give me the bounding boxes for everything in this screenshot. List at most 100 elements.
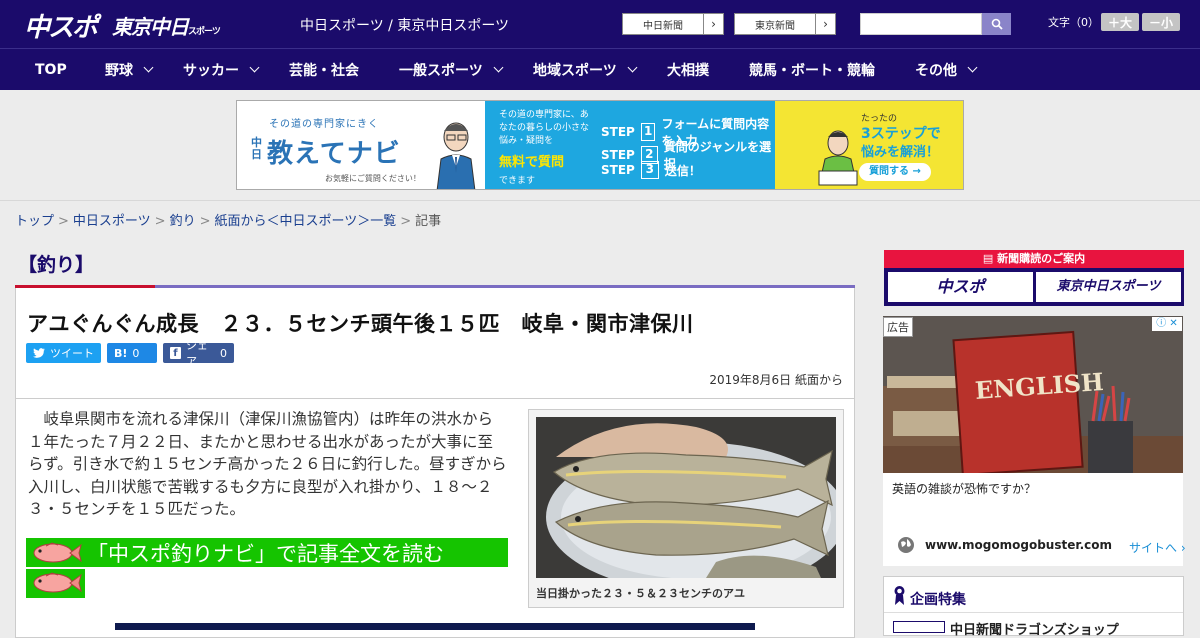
chuspo-logo[interactable]: 中スポ <box>24 7 98 44</box>
banner-brand: 教えてナビ <box>267 139 401 169</box>
banner-free: 無料で質問 <box>499 155 565 170</box>
chevron-right-icon: › <box>703 14 723 34</box>
chevron-down-icon <box>493 62 504 73</box>
tokyo-shimbun-link[interactable]: 東京新聞 › <box>734 13 836 35</box>
divider <box>0 200 1200 201</box>
banner-three-step: 3ステップで <box>861 126 941 142</box>
nav-item-soccer[interactable]: サッカー <box>183 49 260 90</box>
article-body: 岐阜県関市を流れる津保川（津保川漁協管内）は昨年の洪水から１年たった７月２２日、… <box>28 410 507 518</box>
nav-item-racing[interactable]: 競馬・ボート・競輪 <box>749 49 875 90</box>
nav-label: サッカー <box>183 62 239 79</box>
ad-image-english-book[interactable]: ENGLISH <box>883 316 1183 473</box>
chevron-down-icon <box>967 62 978 73</box>
globe-icon <box>898 537 914 553</box>
banner-left-panel: その道の専門家にきく 中日 教えてナビ お気軽にご質問ください！ <box>237 101 485 189</box>
ad-choices-icon[interactable]: ⓘ ✕ <box>1152 317 1182 331</box>
search-button[interactable] <box>982 13 1011 35</box>
banner-tagline: その道の専門家にきく <box>269 119 379 130</box>
article-photo-ayu-fish[interactable] <box>536 417 836 578</box>
banner-kaiketsu: 悩みを解消！ <box>861 145 940 160</box>
nav-item-baseball[interactable]: 野球 <box>105 49 154 90</box>
hatena-b-icon: B! <box>114 346 128 360</box>
divider <box>884 612 1183 613</box>
breadcrumb-fishing[interactable]: 釣り <box>170 214 196 229</box>
ad-site-link-text: サイトへ <box>1129 541 1178 555</box>
tweet-button[interactable]: ツイート <box>26 343 101 363</box>
search-icon <box>991 18 1003 30</box>
article-category: 【釣り】 <box>18 254 95 276</box>
nav-label: 競馬・ボート・競輪 <box>749 62 875 79</box>
nav-item-sumo[interactable]: 大相撲 <box>667 49 709 90</box>
ad-question: 英語の雑談が恐怖ですか？ <box>892 482 1037 496</box>
ad-url[interactable]: www.mogomogobuster.com <box>925 538 1112 552</box>
banner-sub: お気軽にご質問ください！ <box>325 174 421 183</box>
subscription-heading-text: 新聞購読のご案内 <box>997 252 1086 265</box>
step-text: 送信！ <box>664 163 701 178</box>
font-smaller-button[interactable]: －小 <box>1142 13 1180 31</box>
facebook-count: 0 <box>220 346 227 360</box>
subscription-heading: ▤ 新聞購読のご案内 <box>884 250 1184 268</box>
site-header: 中スポ 東京中日スポーツ 中日スポーツ / 東京中日スポーツ 中日新聞 › 東京… <box>0 0 1200 48</box>
step-word: STEP <box>601 163 635 177</box>
twitter-bird-icon <box>33 348 45 358</box>
tokyo-logo-small: スポーツ <box>188 27 221 37</box>
breadcrumb-top[interactable]: トップ <box>15 214 54 229</box>
tokyo-chunichi-logo[interactable]: 東京中日スポーツ <box>112 11 221 40</box>
nav-item-local-sports[interactable]: 地域スポーツ <box>533 49 638 90</box>
feature-item-dragons-shop[interactable]: 中日新聞ドラゴンズショップ <box>950 619 1119 638</box>
nav-item-entertainment[interactable]: 芸能・社会 <box>289 49 359 90</box>
nav-item-other[interactable]: その他 <box>915 49 978 90</box>
subscribe-tokyo-button[interactable]: 東京中日スポーツ <box>1036 272 1181 302</box>
chevron-down-icon <box>143 62 154 73</box>
sea-bream-icon <box>33 541 82 562</box>
facebook-icon: f <box>170 347 181 359</box>
article-headline: アユぐんぐん成長 ２３．５センチ頭午後１５匹 岐阜・関市津保川 <box>27 312 694 336</box>
english-book-illustration: ENGLISH <box>883 316 1183 473</box>
feature-title: 企画特集 <box>910 592 966 608</box>
step-word: STEP <box>601 125 635 139</box>
font-larger-button[interactable]: ＋大 <box>1101 13 1139 31</box>
read-full-article-link[interactable]: 「中スポ釣りナビ」で記事全文を読む <box>26 538 508 598</box>
breadcrumb-separator: > <box>400 214 412 229</box>
breadcrumb-paper-list[interactable]: 紙面から＜中日スポーツ＞一覧 <box>215 214 397 229</box>
nav-item-general-sports[interactable]: 一般スポーツ <box>399 49 504 90</box>
step-word: STEP <box>601 148 635 162</box>
chunichi-shimbun-link[interactable]: 中日新聞 › <box>622 13 724 35</box>
banner-ask-button[interactable]: 質問する → <box>859 163 931 181</box>
site-names: 中日スポーツ / 東京中日スポーツ <box>300 18 510 34</box>
breadcrumb: トップ > 中日スポーツ > 釣り > 紙面から＜中日スポーツ＞一覧 > 記事 <box>15 210 441 229</box>
breadcrumb-separator: > <box>199 214 211 229</box>
banner-mid-panel: その道の専門家に、あなたの暮らしの小さな悩み・疑問を 無料で質問 できます ST… <box>485 101 775 189</box>
divider <box>16 398 854 399</box>
feature-thumbnail[interactable] <box>893 621 945 633</box>
oshiete-navi-banner[interactable]: その道の専門家にきく 中日 教えてナビ お気軽にご質問ください！ その道の専門家… <box>236 100 964 190</box>
facebook-share-button[interactable]: f シェア 0 <box>163 339 234 368</box>
search-input[interactable] <box>860 13 982 35</box>
newspaper-icon: ▤ <box>982 252 998 265</box>
breadcrumb-separator: > <box>58 214 69 229</box>
hatena-count: 0 <box>132 346 140 360</box>
photo-caption: 当日掛かった２３・５＆２３センチのアユ <box>536 587 745 600</box>
facebook-label: シェア <box>185 339 208 368</box>
nav-label: 芸能・社会 <box>289 62 359 79</box>
banner-step-3: STEP 3 送信！ <box>601 161 701 179</box>
sea-bream-icon <box>33 572 82 593</box>
breadcrumb-chunichi-sports[interactable]: 中日スポーツ <box>73 214 151 229</box>
step-number: 3 <box>640 161 659 179</box>
subscribe-chuspo-button[interactable]: 中スポ <box>888 272 1033 302</box>
main-nav: TOP 野球 サッカー 芸能・社会 一般スポーツ 地域スポーツ 大相撲 競馬・ボ… <box>0 48 1200 90</box>
nav-label: 一般スポーツ <box>399 62 483 79</box>
ad-site-link[interactable]: サイトへ › <box>1129 539 1186 556</box>
chevron-down-icon <box>249 62 260 73</box>
banner-brand-prefix: 中日 <box>251 136 262 161</box>
nav-item-top[interactable]: TOP <box>35 49 67 90</box>
font-size-label: 文字（0） <box>1048 16 1099 29</box>
banner-right-panel: たったの 3ステップで 悩みを解消！ 質問する → <box>775 101 963 189</box>
banner-intro: その道の専門家に、あなたの暮らしの小さな悩み・疑問を <box>499 110 590 146</box>
ad-label: 広告 <box>883 317 913 337</box>
bottom-ad-strip[interactable] <box>115 623 755 630</box>
breadcrumb-separator: > <box>154 214 166 229</box>
hatena-bookmark-button[interactable]: B! 0 <box>107 343 157 363</box>
readmore-text: 「中スポ釣りナビ」で記事全文を読む <box>87 541 444 566</box>
tweet-label: ツイート <box>50 347 94 360</box>
